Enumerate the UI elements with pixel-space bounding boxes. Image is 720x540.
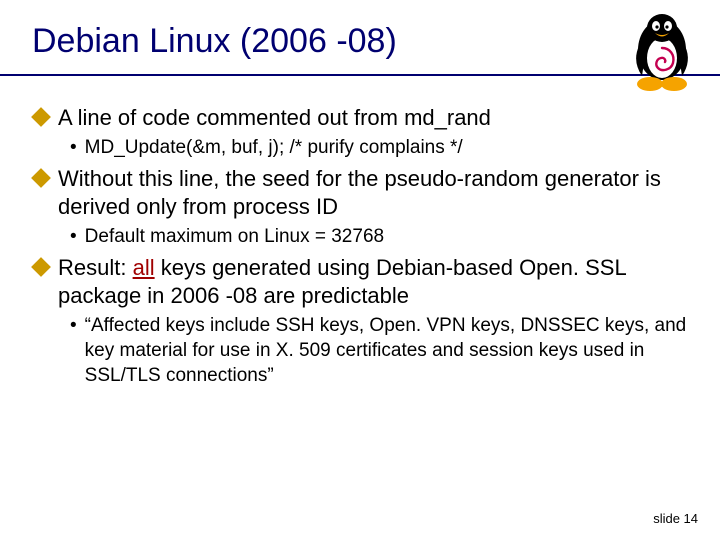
bullet-3-prefix: Result: — [58, 255, 133, 280]
slide-body: A line of code commented out from md_ran… — [32, 100, 688, 392]
dot-bullet-icon: • — [70, 225, 77, 250]
bullet-3-text: Result: all keys generated using Debian-… — [58, 254, 688, 310]
bullet-3-emph: all — [133, 255, 155, 280]
bullet-2-text: Without this line, the seed for the pseu… — [58, 165, 688, 221]
bullet-3: Result: all keys generated using Debian-… — [32, 254, 688, 310]
bullet-3a: • “Affected keys include SSH keys, Open.… — [70, 314, 688, 388]
bullet-2a-text: Default maximum on Linux = 32768 — [85, 225, 384, 250]
tux-debian-logo — [622, 6, 702, 96]
diamond-bullet-icon — [31, 168, 51, 188]
bullet-1a-text: MD_Update(&m, buf, j); /* purify complai… — [85, 136, 463, 161]
slide-number: slide 14 — [653, 511, 698, 526]
bullet-3a-text: “Affected keys include SSH keys, Open. V… — [85, 314, 688, 388]
diamond-bullet-icon — [31, 257, 51, 277]
bullet-1: A line of code commented out from md_ran… — [32, 104, 688, 132]
slide-title: Debian Linux (2006 -08) — [32, 22, 397, 61]
title-underline — [0, 74, 720, 76]
bullet-1a: • MD_Update(&m, buf, j); /* purify compl… — [70, 136, 688, 161]
bullet-1-text: A line of code commented out from md_ran… — [58, 104, 491, 132]
slide: Debian Linux (2006 -08) — [0, 0, 720, 540]
bullet-2a: • Default maximum on Linux = 32768 — [70, 225, 688, 250]
dot-bullet-icon: • — [70, 136, 77, 161]
dot-bullet-icon: • — [70, 314, 77, 339]
diamond-bullet-icon — [31, 107, 51, 127]
bullet-2: Without this line, the seed for the pseu… — [32, 165, 688, 221]
